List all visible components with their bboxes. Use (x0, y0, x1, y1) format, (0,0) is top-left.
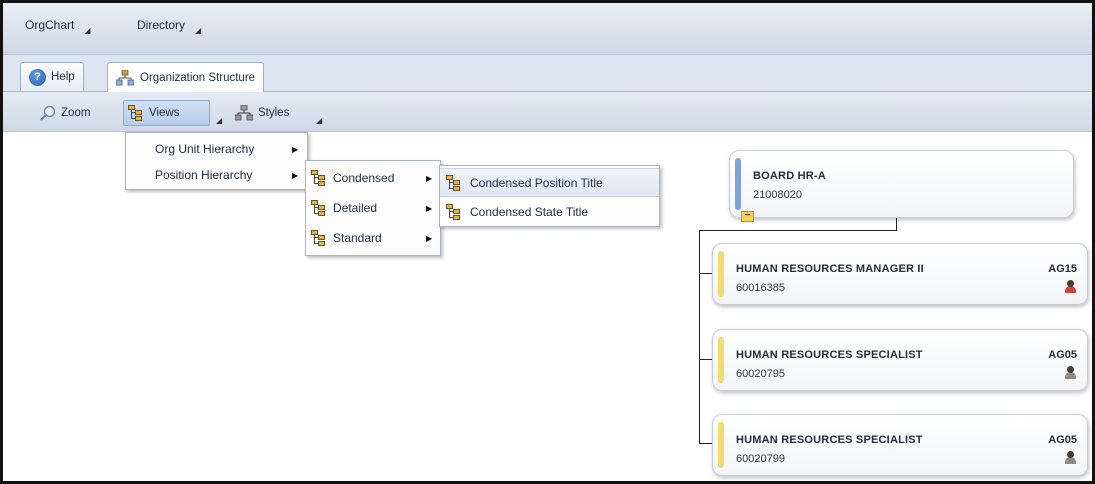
person-icon (1065, 280, 1076, 293)
connector-line (699, 273, 713, 274)
menu-orgchart-label: OrgChart (25, 18, 75, 32)
menu-orgchart[interactable]: OrgChart ◢ (25, 18, 91, 35)
org-node-child[interactable]: HUMAN RESOURCES SPECIALIST AG05 60020799 (712, 414, 1088, 476)
magnifier-icon (40, 105, 56, 121)
node-title: HUMAN RESOURCES SPECIALIST (736, 349, 923, 361)
menu-item-label: Standard (333, 231, 382, 245)
submenu-arrow-icon: ▶ (292, 144, 299, 154)
hierarchy-icon (446, 204, 462, 220)
toolbar: Zoom Views ◢ Styles ◢ (3, 92, 1092, 132)
node-title: HUMAN RESOURCES SPECIALIST (736, 434, 923, 446)
menu-item-condensed-state-title[interactable]: Condensed State Title (440, 199, 659, 225)
connector-line (699, 230, 700, 444)
tab-help-label: Help (51, 71, 75, 83)
condensed-submenu: Condensed Position Title Condensed State… (439, 165, 660, 227)
menu-item-label: Condensed (333, 171, 395, 185)
node-accent-bar (735, 158, 741, 210)
styles-icon (235, 105, 253, 121)
menu-item-label: Condensed State Title (470, 205, 589, 219)
collapse-toggle-icon[interactable]: − (741, 211, 754, 222)
connector-line (699, 443, 713, 444)
tab-strip: ? Help Organization Structure (3, 55, 1092, 92)
node-number: 60020799 (736, 453, 785, 465)
hierarchy-icon (446, 175, 462, 191)
zoom-button[interactable]: Zoom (36, 100, 94, 126)
menu-item-condensed[interactable]: Condensed ▶ (306, 165, 440, 191)
org-node-child[interactable]: HUMAN RESOURCES MANAGER II AG15 60016385 (712, 243, 1088, 305)
hierarchy-icon (311, 170, 327, 186)
menu-bar: OrgChart ◢ Directory ◢ (3, 3, 1092, 55)
connector-line (896, 216, 897, 231)
menu-directory[interactable]: Directory ◢ (137, 18, 201, 35)
menu-item-label: Detailed (333, 201, 378, 215)
menu-item-label: Position Hierarchy (155, 168, 253, 182)
submenu-arrow-icon: ▶ (292, 170, 299, 180)
node-grade: AG05 (1048, 349, 1077, 361)
tab-organization-structure-label: Organization Structure (140, 71, 256, 84)
menu-item-position-hierarchy[interactable]: Position Hierarchy ▶ (126, 162, 307, 188)
node-title: HUMAN RESOURCES MANAGER II (736, 263, 924, 275)
menu-item-standard[interactable]: Standard ▶ (306, 225, 440, 251)
menu-item-label: Condensed Position Title (470, 175, 603, 190)
zoom-label: Zoom (61, 107, 91, 119)
app-window: OrgChart ◢ Directory ◢ ? Help Organization… (0, 0, 1095, 484)
node-number: 60020795 (736, 368, 785, 380)
node-number: 60016385 (736, 282, 785, 294)
org-structure-icon (115, 69, 135, 86)
tab-help[interactable]: ? Help (20, 62, 84, 91)
submenu-arrow-icon: ▶ (426, 203, 433, 213)
views-dropdown-icon[interactable]: ◢ (216, 116, 222, 125)
caret-down-icon: ◢ (195, 26, 202, 35)
node-accent-bar (718, 251, 724, 297)
connector-line (699, 359, 713, 360)
node-number: 21008020 (753, 189, 802, 201)
menu-item-detailed[interactable]: Detailed ▶ (306, 195, 440, 221)
menu-item-label: Org Unit Hierarchy (155, 142, 255, 156)
menu-item-condensed-position-title[interactable]: Condensed Position Title (440, 168, 659, 197)
position-hierarchy-submenu: Condensed ▶ Detailed ▶ Standard ▶ (305, 160, 441, 256)
views-menu: Org Unit Hierarchy ▶ Position Hierarchy … (125, 132, 308, 190)
connector-line (699, 230, 897, 231)
styles-dropdown-icon[interactable]: ◢ (316, 116, 322, 125)
person-icon (1065, 366, 1076, 379)
node-accent-bar (718, 422, 724, 468)
hierarchy-icon (311, 200, 327, 216)
hierarchy-icon (128, 105, 144, 121)
node-title: BOARD HR-A (753, 170, 826, 182)
node-accent-bar (718, 337, 724, 383)
org-node-root[interactable]: BOARD HR-A 21008020 − (729, 150, 1074, 222)
menu-directory-label: Directory (137, 18, 186, 32)
hierarchy-icon (311, 230, 327, 246)
styles-button[interactable]: Styles (231, 100, 293, 126)
submenu-arrow-icon: ▶ (426, 173, 433, 183)
views-label: Views (149, 107, 180, 119)
styles-label: Styles (258, 107, 290, 119)
submenu-arrow-icon: ▶ (426, 233, 433, 243)
help-icon: ? (29, 68, 46, 86)
menu-item-org-unit-hierarchy[interactable]: Org Unit Hierarchy ▶ (126, 136, 307, 162)
caret-down-icon: ◢ (84, 26, 91, 35)
node-grade: AG05 (1048, 434, 1077, 446)
person-icon (1065, 451, 1076, 464)
org-node-child[interactable]: HUMAN RESOURCES SPECIALIST AG05 60020795 (712, 329, 1088, 391)
tab-organization-structure[interactable]: Organization Structure (107, 62, 265, 92)
views-button[interactable]: Views (123, 100, 210, 126)
node-grade: AG15 (1048, 263, 1077, 275)
